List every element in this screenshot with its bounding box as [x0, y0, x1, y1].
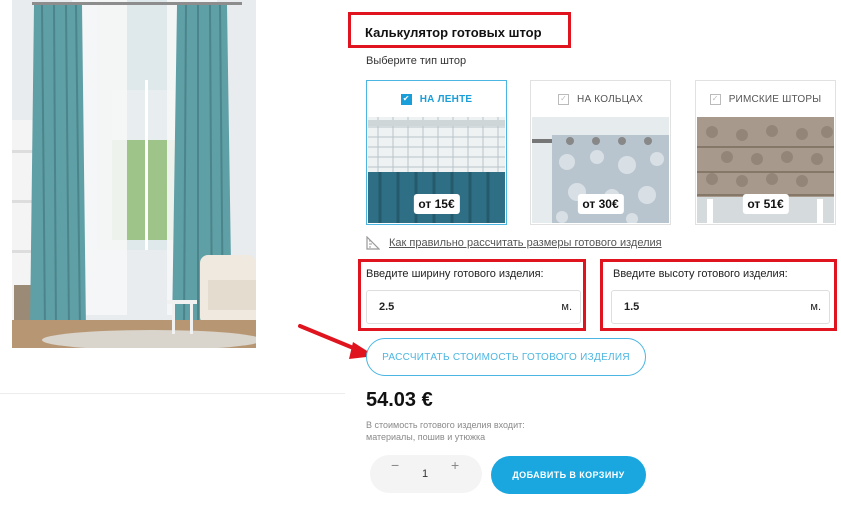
size-help-link[interactable]: Как правильно рассчитать размеры готовог… — [389, 237, 662, 249]
calculator-title: Калькулятор готовых штор — [365, 25, 542, 40]
calculate-button[interactable]: РАССЧИТАТЬ СТОИМОСТЬ ГОТОВОГО ИЗДЕЛИЯ — [366, 338, 646, 376]
curtain-rings-image: от 30€ — [532, 117, 669, 223]
type-label: РИМСКИЕ ШТОРЫ — [728, 93, 822, 105]
product-photo — [12, 0, 256, 348]
add-to-cart-button[interactable]: ДОБАВИТЬ В КОРЗИНУ — [491, 456, 646, 494]
height-value: 1.5 — [624, 301, 640, 313]
minus-button[interactable]: − — [391, 457, 399, 473]
type-label: НА КОЛЬЦАХ — [577, 93, 643, 105]
type-card-tape[interactable]: ✔ НА ЛЕНТЕ от 15€ — [366, 80, 507, 225]
ruler-icon — [366, 235, 381, 250]
checkbox-unchecked-icon[interactable]: ✓ — [709, 93, 721, 105]
height-label: Введите высоту готового изделия: — [613, 268, 788, 280]
type-prompt: Выберите тип штор — [366, 55, 467, 67]
width-value: 2.5 — [379, 301, 395, 313]
width-input[interactable]: 2.5 м. — [366, 290, 581, 324]
height-input[interactable]: 1.5 м. — [611, 290, 830, 324]
type-card-rings[interactable]: ✓ НА КОЛЬЦАХ от 30€ — [530, 80, 671, 225]
type-card-roman[interactable]: ✓ РИМСКИЕ ШТОРЫ от 51€ — [695, 80, 836, 225]
divider — [0, 393, 345, 394]
type-label: НА ЛЕНТЕ — [419, 93, 473, 105]
price-note: В стоимость готового изделия входит: мат… — [366, 420, 525, 442]
height-unit: м. — [810, 301, 821, 313]
price-badge: от 30€ — [577, 194, 624, 214]
price-badge: от 15€ — [413, 194, 460, 214]
checkbox-unchecked-icon[interactable]: ✓ — [558, 93, 570, 105]
curtain-tape-image: от 15€ — [368, 117, 505, 223]
checkbox-checked-icon[interactable]: ✔ — [400, 93, 412, 105]
price-badge: от 51€ — [742, 194, 789, 214]
price-total: 54.03 € — [366, 389, 433, 411]
curtain-roman-image: от 51€ — [697, 117, 834, 223]
plus-button[interactable]: + — [451, 457, 459, 473]
width-unit: м. — [561, 301, 572, 313]
quantity-value[interactable]: 1 — [422, 468, 428, 480]
width-label: Введите ширину готового изделия: — [366, 268, 544, 280]
